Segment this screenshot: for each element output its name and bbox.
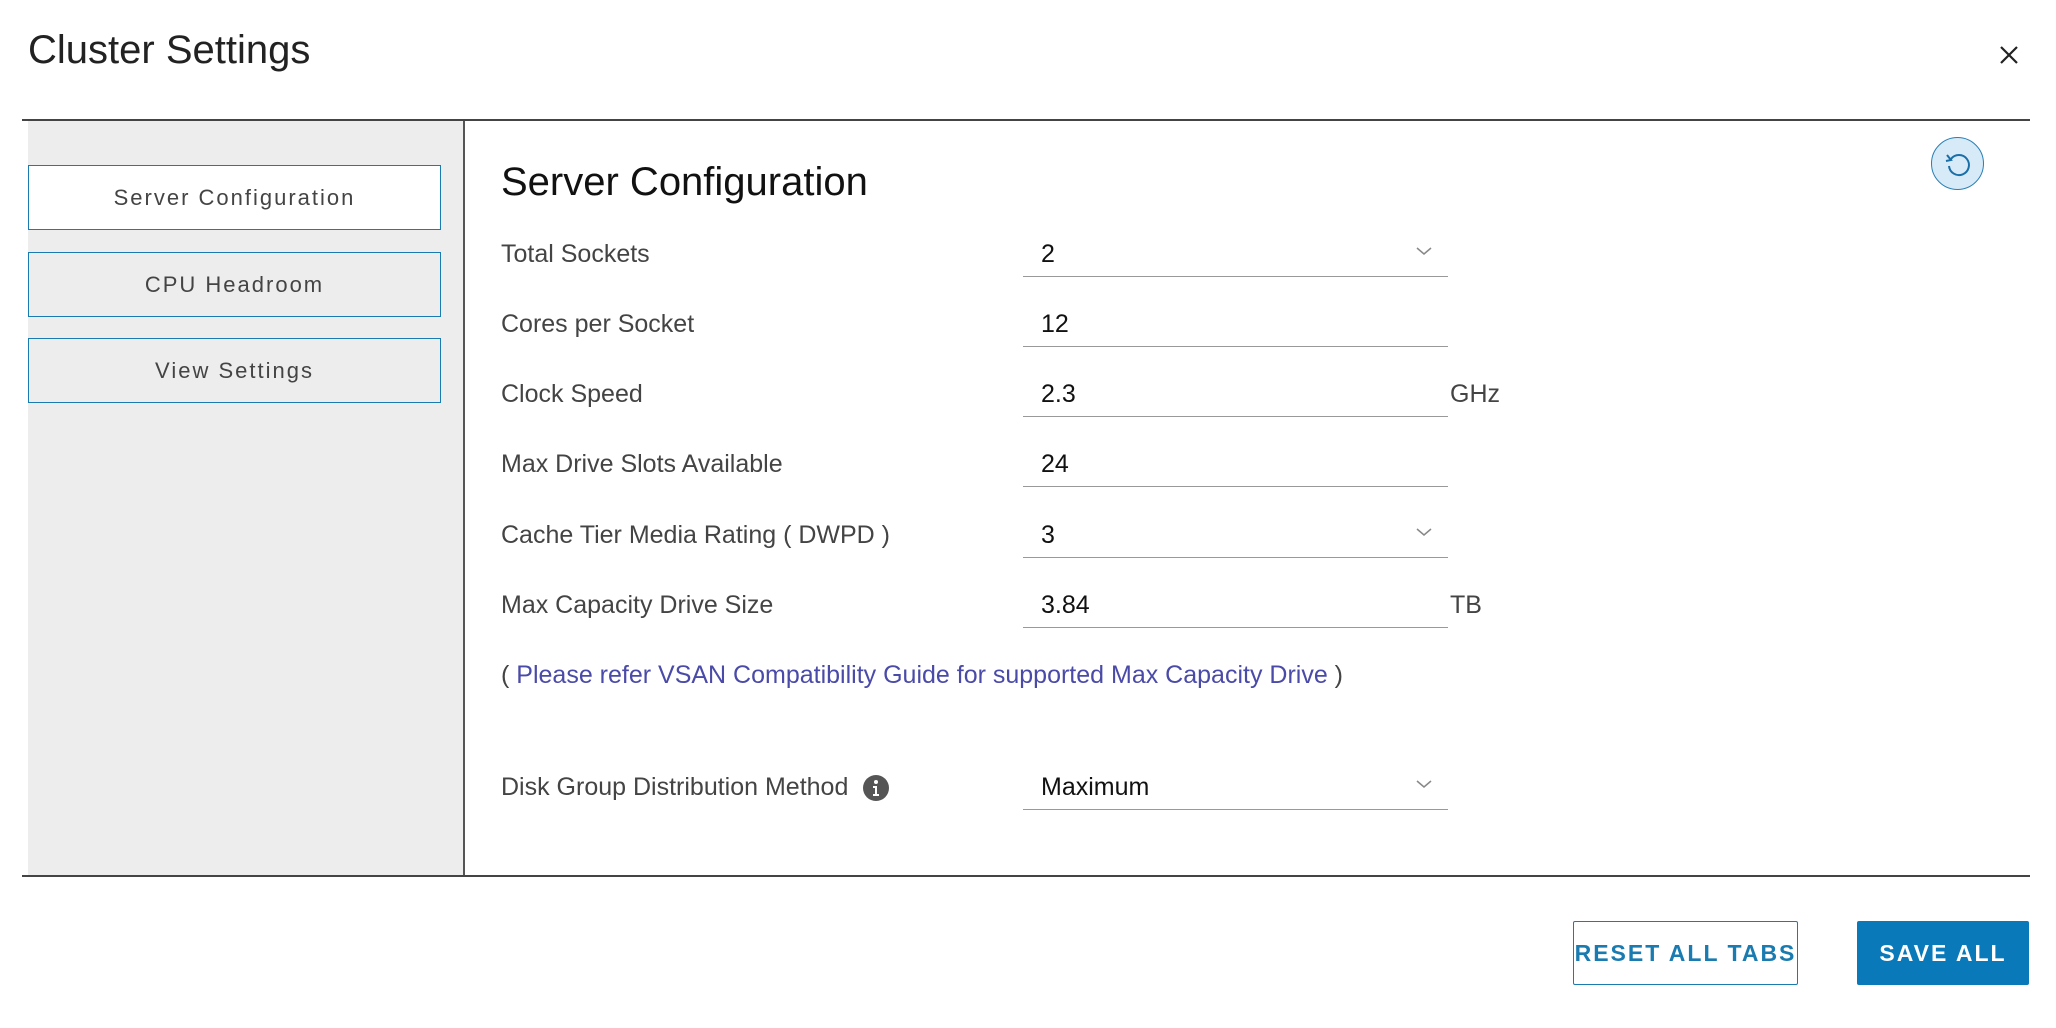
sidebar-item-server-configuration[interactable]: Server Configuration <box>28 165 441 230</box>
cache-tier-label: Cache Tier Media Rating ( DWPD ) <box>501 521 891 549</box>
max-drive-slots-input[interactable]: 24 <box>1023 443 1448 487</box>
note-paren-close: ) <box>1327 661 1344 689</box>
max-capacity-label: Max Capacity Drive Size <box>501 591 774 619</box>
refresh-icon[interactable] <box>1931 137 1984 190</box>
cores-per-socket-label: Cores per Socket <box>501 310 695 338</box>
total-sockets-label: Total Sockets <box>501 240 650 268</box>
sidebar: Server Configuration CPU Headroom View S… <box>28 121 465 876</box>
cache-tier-select[interactable]: 3 <box>1023 514 1448 558</box>
max-capacity-unit: TB <box>1450 591 1482 619</box>
max-capacity-input[interactable]: 3.84 <box>1023 584 1448 628</box>
distribution-label: Disk Group Distribution Method <box>501 773 849 801</box>
cores-per-socket-input[interactable]: 12 <box>1023 303 1448 347</box>
total-sockets-value: 2 <box>1041 240 1055 268</box>
note-paren-open: ( <box>501 661 517 689</box>
sidebar-item-cpu-headroom[interactable]: CPU Headroom <box>28 252 441 317</box>
chevron-down-icon <box>1416 247 1432 255</box>
chevron-down-icon <box>1416 528 1432 536</box>
sidebar-item-view-settings[interactable]: View Settings <box>28 338 441 403</box>
cache-tier-value: 3 <box>1041 521 1055 549</box>
section-heading: Server Configuration <box>501 160 868 204</box>
clock-speed-label: Clock Speed <box>501 380 643 408</box>
clock-speed-unit: GHz <box>1450 380 1500 408</box>
compatibility-note: ( Please refer VSAN Compatibility Guide … <box>501 661 1343 690</box>
distribution-label-row: Disk Group Distribution Method <box>501 773 890 802</box>
info-icon[interactable] <box>862 774 890 802</box>
compatibility-guide-link[interactable]: Please refer VSAN Compatibility Guide fo… <box>516 661 1327 689</box>
save-all-button[interactable]: SAVE ALL <box>1857 921 2029 985</box>
dialog-title: Cluster Settings <box>28 28 311 72</box>
reset-all-tabs-button[interactable]: RESET ALL TABS <box>1573 921 1798 985</box>
distribution-value: Maximum <box>1041 773 1150 801</box>
chevron-down-icon <box>1416 780 1432 788</box>
total-sockets-select[interactable]: 2 <box>1023 233 1448 277</box>
clock-speed-input[interactable]: 2.3 <box>1023 373 1448 417</box>
footer-divider <box>22 875 2030 877</box>
distribution-select[interactable]: Maximum <box>1023 766 1448 810</box>
max-drive-slots-label: Max Drive Slots Available <box>501 450 783 478</box>
close-icon[interactable] <box>1994 40 2024 70</box>
